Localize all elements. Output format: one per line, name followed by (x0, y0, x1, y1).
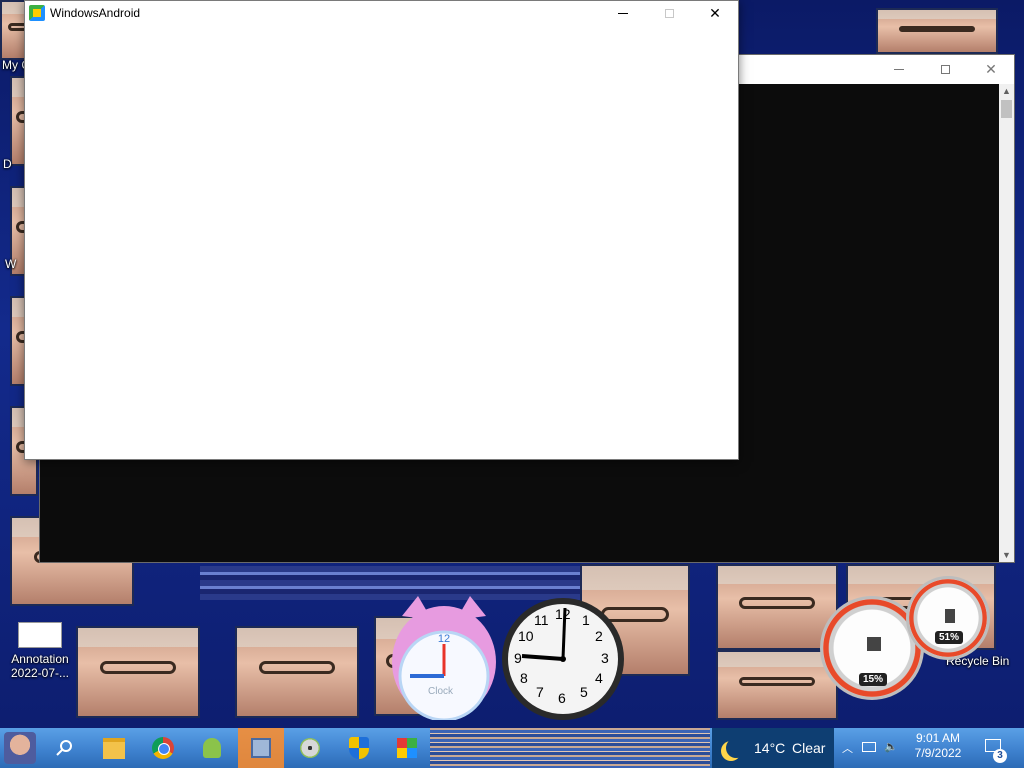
cat-clock-label: Clock (428, 686, 454, 697)
clock-numeral: 5 (580, 684, 588, 700)
desktop-label-d[interactable]: D (3, 157, 12, 171)
clock-date: 7/9/2022 (914, 746, 962, 760)
wallpaper-tile (716, 650, 838, 720)
weather-widget[interactable]: 14°C Clear (712, 728, 834, 768)
wallpaper-tile (716, 564, 838, 650)
taskbar-search[interactable] (48, 732, 80, 764)
wallpaper-strip (200, 566, 580, 600)
taskbar-clock[interactable]: 9:01 AM 7/9/2022 (910, 731, 966, 761)
volume-icon[interactable]: 🔈 (884, 740, 898, 753)
clock-numeral: 1 (582, 612, 590, 628)
taskbar-chrome[interactable] (147, 732, 179, 764)
maximize-icon (940, 65, 950, 74)
svg-text:12: 12 (438, 633, 450, 645)
scroll-up-arrow-icon[interactable]: ▲ (999, 84, 1014, 98)
network-computer-icon (251, 738, 271, 758)
clock-numeral: 11 (534, 612, 549, 628)
windowsandroid-taskbar-icon (397, 738, 417, 758)
console-minimize-button[interactable] (876, 55, 922, 84)
clock-numeral: 8 (520, 670, 528, 686)
memory-chip-icon (945, 609, 955, 623)
desktop-label-w[interactable]: W (5, 257, 16, 271)
cpu-meter-value: 15% (859, 673, 888, 686)
taskbar-file-explorer[interactable] (98, 732, 130, 764)
clock-time: 9:01 AM (915, 731, 961, 745)
weather-temp: 14°C (754, 740, 786, 756)
desktop-icon-label: Annotation (11, 652, 69, 666)
windowsandroid-app-icon (29, 5, 45, 21)
android-icon (203, 738, 221, 758)
minimize-icon (618, 13, 628, 14)
clock-numeral: 10 (518, 628, 534, 644)
notification-center-button[interactable]: 3 (983, 739, 1007, 763)
memory-meter-value: 51% (935, 631, 964, 644)
weather-condition: Clear (792, 740, 826, 756)
close-button[interactable]: ✕ (692, 1, 738, 26)
folder-icon (103, 737, 125, 759)
minimize-button[interactable] (600, 1, 646, 26)
cpu-chip-icon (867, 637, 881, 651)
cat-clock-icon: 12 (392, 596, 496, 722)
disc-icon (300, 738, 320, 758)
tray-chevron-up-icon[interactable]: ︿ (842, 740, 853, 756)
taskbar-android[interactable] (196, 732, 228, 764)
wallpaper-tile (76, 626, 200, 718)
notification-count-badge: 3 (993, 749, 1007, 763)
network-icon[interactable] (862, 742, 876, 752)
scroll-down-arrow-icon[interactable]: ▼ (999, 548, 1014, 562)
memory-meter-gadget[interactable]: 51% (906, 576, 990, 660)
scrollbar-thumb[interactable] (1001, 100, 1012, 118)
document-icon (18, 622, 62, 648)
windowsandroid-window[interactable]: WindowsAndroid ✕ (24, 0, 739, 460)
window-content[interactable] (25, 26, 738, 459)
analog-clock-gadget[interactable]: 12 1 2 3 4 5 6 7 8 9 10 11 (500, 596, 626, 722)
taskbar-security-shield[interactable] (343, 732, 375, 764)
desktop-icon-sublabel: 2022-07-... (10, 666, 70, 680)
start-orb-avatar-icon (4, 732, 36, 764)
clock-numeral: 6 (558, 690, 566, 706)
minimize-icon (894, 69, 904, 70)
maximize-icon (664, 9, 674, 18)
desktop-icon-annotation[interactable]: Annotation 2022-07-... (0, 622, 80, 680)
wallpaper-tile (876, 8, 998, 54)
search-icon (56, 740, 72, 756)
windowsandroid-titlebar[interactable]: WindowsAndroid ✕ (25, 1, 738, 26)
taskbar-windowsandroid[interactable] (391, 732, 423, 764)
wallpaper-tile (235, 626, 359, 718)
start-button[interactable] (4, 732, 36, 764)
clock-numeral: 9 (514, 650, 522, 666)
taskbar-disc-burner[interactable] (294, 732, 326, 764)
taskbar-network-tool[interactable] (238, 728, 284, 768)
maximize-button[interactable] (646, 1, 692, 26)
clock-numeral: 12 (555, 606, 571, 622)
cat-clock-gadget[interactable]: 12 Clock (388, 596, 500, 722)
chrome-icon (152, 737, 174, 759)
window-title: WindowsAndroid (50, 6, 141, 20)
clock-numeral: 3 (601, 650, 609, 666)
shield-icon (349, 737, 369, 759)
moon-icon (726, 738, 746, 758)
clock-numeral: 4 (595, 670, 603, 686)
taskbar-render-artifact (430, 728, 710, 768)
console-scrollbar[interactable]: ▲ ▼ (999, 84, 1014, 562)
console-close-button[interactable]: ✕ (968, 55, 1014, 84)
clock-numeral: 7 (536, 684, 544, 700)
console-maximize-button[interactable] (922, 55, 968, 84)
clock-numeral: 2 (595, 628, 603, 644)
